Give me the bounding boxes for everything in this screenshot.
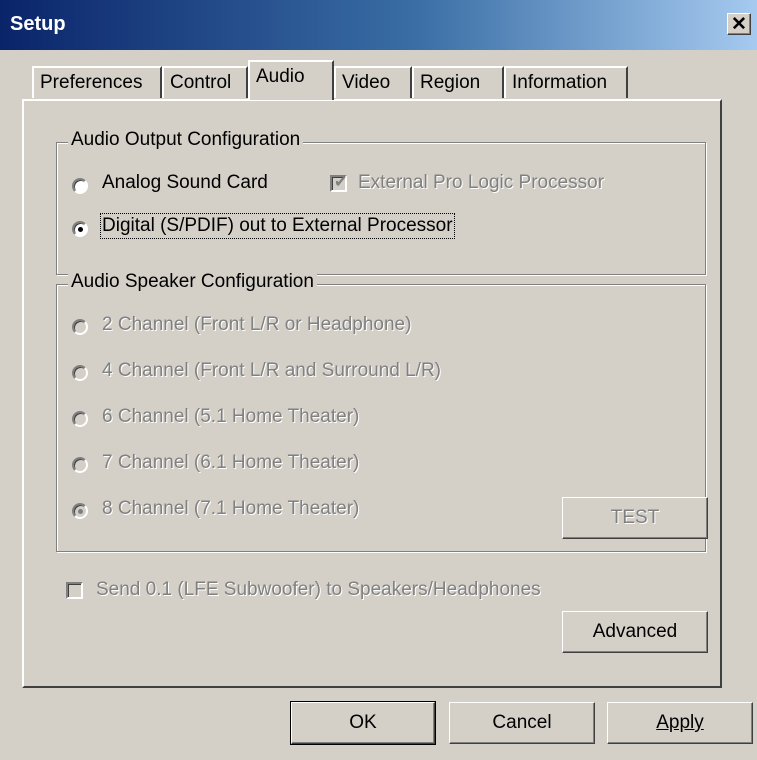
tab-label: Region xyxy=(420,72,481,93)
speaker-6ch-label[interactable]: 6 Channel (5.1 Home Theater) xyxy=(102,406,359,428)
analog-sound-card-label[interactable]: Analog Sound Card xyxy=(102,172,268,194)
test-button[interactable]: TEST xyxy=(562,497,708,539)
tab-label: Preferences xyxy=(40,72,143,93)
speaker-8ch-label[interactable]: 8 Channel (7.1 Home Theater) xyxy=(102,498,359,520)
ok-button[interactable]: OK xyxy=(290,701,436,745)
tab-label: Video xyxy=(342,72,391,93)
digital-spdif-radio[interactable] xyxy=(72,221,88,237)
analog-sound-card-radio[interactable] xyxy=(72,178,88,194)
close-button[interactable]: ✕ xyxy=(727,13,751,35)
pro-logic-checkbox[interactable]: ✔ xyxy=(330,174,348,192)
pro-logic-label[interactable]: External Pro Logic Processor xyxy=(358,172,604,194)
lfe-checkbox[interactable] xyxy=(66,582,83,599)
speaker-4ch-radio[interactable] xyxy=(72,365,88,381)
speaker-6ch-radio[interactable] xyxy=(72,411,88,427)
title-bar xyxy=(0,0,757,50)
audio-tab-panel: Audio Output Configuration Analog Sound … xyxy=(22,99,722,688)
lfe-label[interactable]: Send 0.1 (LFE Subwoofer) to Speakers/Hea… xyxy=(96,579,541,601)
speaker-2ch-label[interactable]: 2 Channel (Front L/R or Headphone) xyxy=(102,314,411,336)
audio-output-group xyxy=(56,142,706,275)
speaker-7ch-radio[interactable] xyxy=(72,457,88,473)
tab-label: Control xyxy=(170,72,232,93)
speaker-config-legend: Audio Speaker Configuration xyxy=(68,271,317,293)
radio-dot-icon xyxy=(78,227,83,232)
tab-audio[interactable]: Audio xyxy=(248,60,334,100)
radio-dot-icon xyxy=(78,509,83,514)
advanced-button[interactable]: Advanced xyxy=(562,611,708,653)
close-icon: ✕ xyxy=(731,14,747,35)
window-title: Setup xyxy=(10,13,66,35)
speaker-4ch-label[interactable]: 4 Channel (Front L/R and Surround L/R) xyxy=(102,360,441,382)
digital-spdif-label[interactable]: Digital (S/PDIF) out to External Process… xyxy=(100,213,455,239)
speaker-8ch-radio[interactable] xyxy=(72,503,88,519)
cancel-button[interactable]: Cancel xyxy=(449,702,595,744)
audio-output-legend: Audio Output Configuration xyxy=(68,129,304,151)
tab-control[interactable]: Control xyxy=(162,66,248,98)
tab-preferences[interactable]: Preferences xyxy=(32,66,162,98)
tab-region[interactable]: Region xyxy=(412,66,504,98)
checkmark-icon: ✔ xyxy=(334,174,348,191)
speaker-2ch-radio[interactable] xyxy=(72,319,88,335)
tab-information[interactable]: Information xyxy=(504,66,628,98)
tab-label: Information xyxy=(512,72,608,93)
apply-button[interactable]: Apply xyxy=(607,702,753,744)
tab-label: Audio xyxy=(256,66,305,87)
tab-video[interactable]: Video xyxy=(334,66,412,98)
speaker-7ch-label[interactable]: 7 Channel (6.1 Home Theater) xyxy=(102,452,359,474)
